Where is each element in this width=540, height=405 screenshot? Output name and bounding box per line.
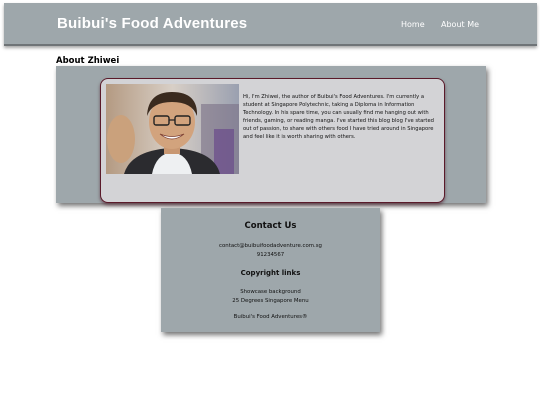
author-bio: Hi, I'm Zhiwei, the author of Buibui's F… [243, 94, 434, 141]
author-photo [106, 84, 239, 174]
top-navbar: Buibui's Food Adventures Home About Me [4, 3, 537, 46]
author-photo-image [106, 84, 239, 174]
nav-link-home[interactable]: Home [401, 20, 425, 29]
copyright-link-showcase-background[interactable]: Showcase background [161, 289, 380, 295]
copyright-heading: Copyright links [240, 269, 301, 277]
copyright-link-menu[interactable]: 25 Degrees Singapore Menu [161, 298, 380, 304]
bio-card: Hi, I'm Zhiwei, the author of Buibui's F… [100, 78, 445, 203]
contact-email[interactable]: contact@buibuifoodadventure.com.sg [161, 243, 380, 249]
site-footer: Buibui's Food Adventures® [233, 314, 308, 320]
contact-heading: Contact Us [244, 221, 297, 231]
contact-phone: 91234567 [256, 252, 285, 258]
about-section: Hi, I'm Zhiwei, the author of Buibui's F… [56, 66, 486, 203]
site-brand[interactable]: Buibui's Food Adventures [57, 15, 247, 32]
nav-link-about-me[interactable]: About Me [441, 20, 479, 29]
about-heading: About Zhiwei [56, 56, 120, 66]
contact-section: Contact Us contact@buibuifoodadventure.c… [161, 208, 380, 332]
